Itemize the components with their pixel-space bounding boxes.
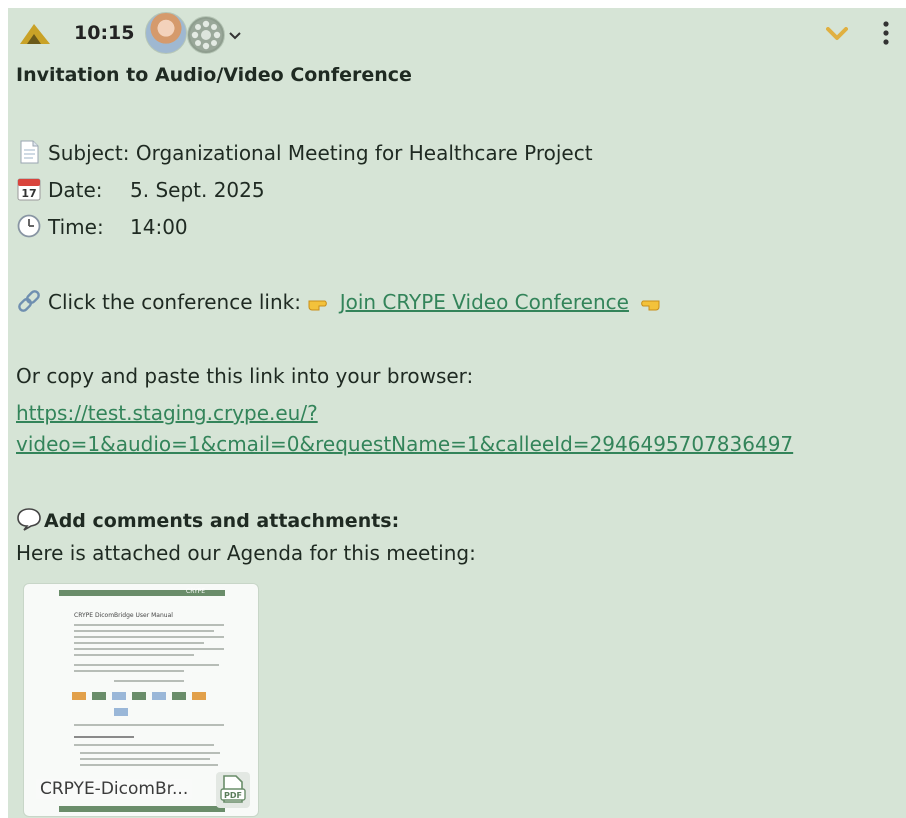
time-row: Time: 14:00 xyxy=(16,213,188,239)
calendar-icon-day: 17 xyxy=(21,187,36,200)
conference-link-row: Click the conference link: Join CRYPE Vi… xyxy=(16,288,661,317)
copy-paste-text: Or copy and paste this link into your br… xyxy=(16,364,474,388)
time-value: 14:00 xyxy=(130,215,188,239)
conference-url-link[interactable]: https://test.staging.crype.eu/? xyxy=(16,401,318,425)
pointing-right-icon xyxy=(307,292,333,317)
preview-flow-block xyxy=(132,692,146,700)
preview-line xyxy=(74,664,219,666)
message-time: 10:15 xyxy=(74,22,135,44)
preview-line xyxy=(74,736,134,738)
app-logo-icon xyxy=(18,22,52,50)
sender-avatar[interactable] xyxy=(145,12,187,54)
pointing-left-icon xyxy=(635,292,661,317)
preview-line xyxy=(74,654,194,656)
comments-heading: Add comments and attachments: xyxy=(44,510,400,532)
preview-line xyxy=(114,680,184,682)
preview-flow-block xyxy=(114,708,128,716)
conference-url-link-cont[interactable]: video=1&audio=1&cmail=0&requestName=1&ca… xyxy=(16,432,793,456)
preview-line xyxy=(74,744,214,746)
preview-flow-block xyxy=(92,692,106,700)
pdf-icon: PDF xyxy=(216,772,250,812)
preview-flow-block xyxy=(172,692,186,700)
preview-footer-bar xyxy=(59,806,225,812)
subject-value: Organizational Meeting for Healthcare Pr… xyxy=(135,141,593,165)
preview-line xyxy=(74,642,204,644)
date-label: Date: xyxy=(48,178,103,202)
clock-icon xyxy=(16,213,42,239)
message-header: 10:15 xyxy=(8,8,906,56)
preview-line xyxy=(80,764,218,766)
preview-line xyxy=(80,758,210,760)
link-icon xyxy=(16,288,42,314)
date-row: 17 Date: 5. Sept. 2025 xyxy=(16,176,265,202)
date-value: 5. Sept. 2025 xyxy=(130,178,265,202)
message-card: 10:15 Invitation to Audio/Video Conferen… xyxy=(8,8,906,818)
subject-label: Subject: xyxy=(48,141,130,165)
attachment-card[interactable]: CRYPE CRYPE DicomBridge User Manual CRPY… xyxy=(23,583,259,817)
preview-flow-block xyxy=(112,692,126,700)
conference-url-line-2: video=1&audio=1&cmail=0&requestName=1&ca… xyxy=(16,432,793,456)
preview-line xyxy=(74,724,224,726)
preview-brand: CRYPE xyxy=(186,588,206,595)
conference-url-line-1: https://test.staging.crype.eu/? xyxy=(16,401,318,425)
preview-line xyxy=(74,624,224,626)
preview-flow-block xyxy=(152,692,166,700)
time-label: Time: xyxy=(48,215,104,239)
preview-line xyxy=(74,636,224,638)
preview-line xyxy=(80,752,220,754)
subject-row: Subject: Organizational Meeting for Heal… xyxy=(16,139,593,165)
chevron-down-icon[interactable] xyxy=(228,26,242,45)
preview-flow-block xyxy=(192,692,206,700)
preview-flow-block xyxy=(72,692,86,700)
agenda-text: Here is attached our Agenda for this mee… xyxy=(16,541,476,565)
preview-line xyxy=(74,630,214,632)
comments-heading-row: Add comments and attachments: xyxy=(16,506,399,532)
recipient-avatar[interactable] xyxy=(187,16,225,54)
more-vertical-icon[interactable] xyxy=(882,20,890,50)
preview-line xyxy=(74,648,224,650)
click-link-text: Click the conference link: xyxy=(48,290,301,314)
calendar-icon: 17 xyxy=(16,176,42,202)
speech-bubble-icon xyxy=(16,506,42,532)
message-title: Invitation to Audio/Video Conference xyxy=(16,64,412,86)
pdf-icon-label: PDF xyxy=(224,791,242,800)
gold-chevron-down-icon[interactable] xyxy=(826,26,848,45)
preview-line xyxy=(74,670,184,672)
document-icon xyxy=(16,139,42,165)
preview-title: CRYPE DicomBridge User Manual xyxy=(74,612,173,619)
attachment-filename: CRPYE-DicomBr... xyxy=(36,779,193,799)
join-conference-link[interactable]: Join CRYPE Video Conference xyxy=(340,290,629,314)
